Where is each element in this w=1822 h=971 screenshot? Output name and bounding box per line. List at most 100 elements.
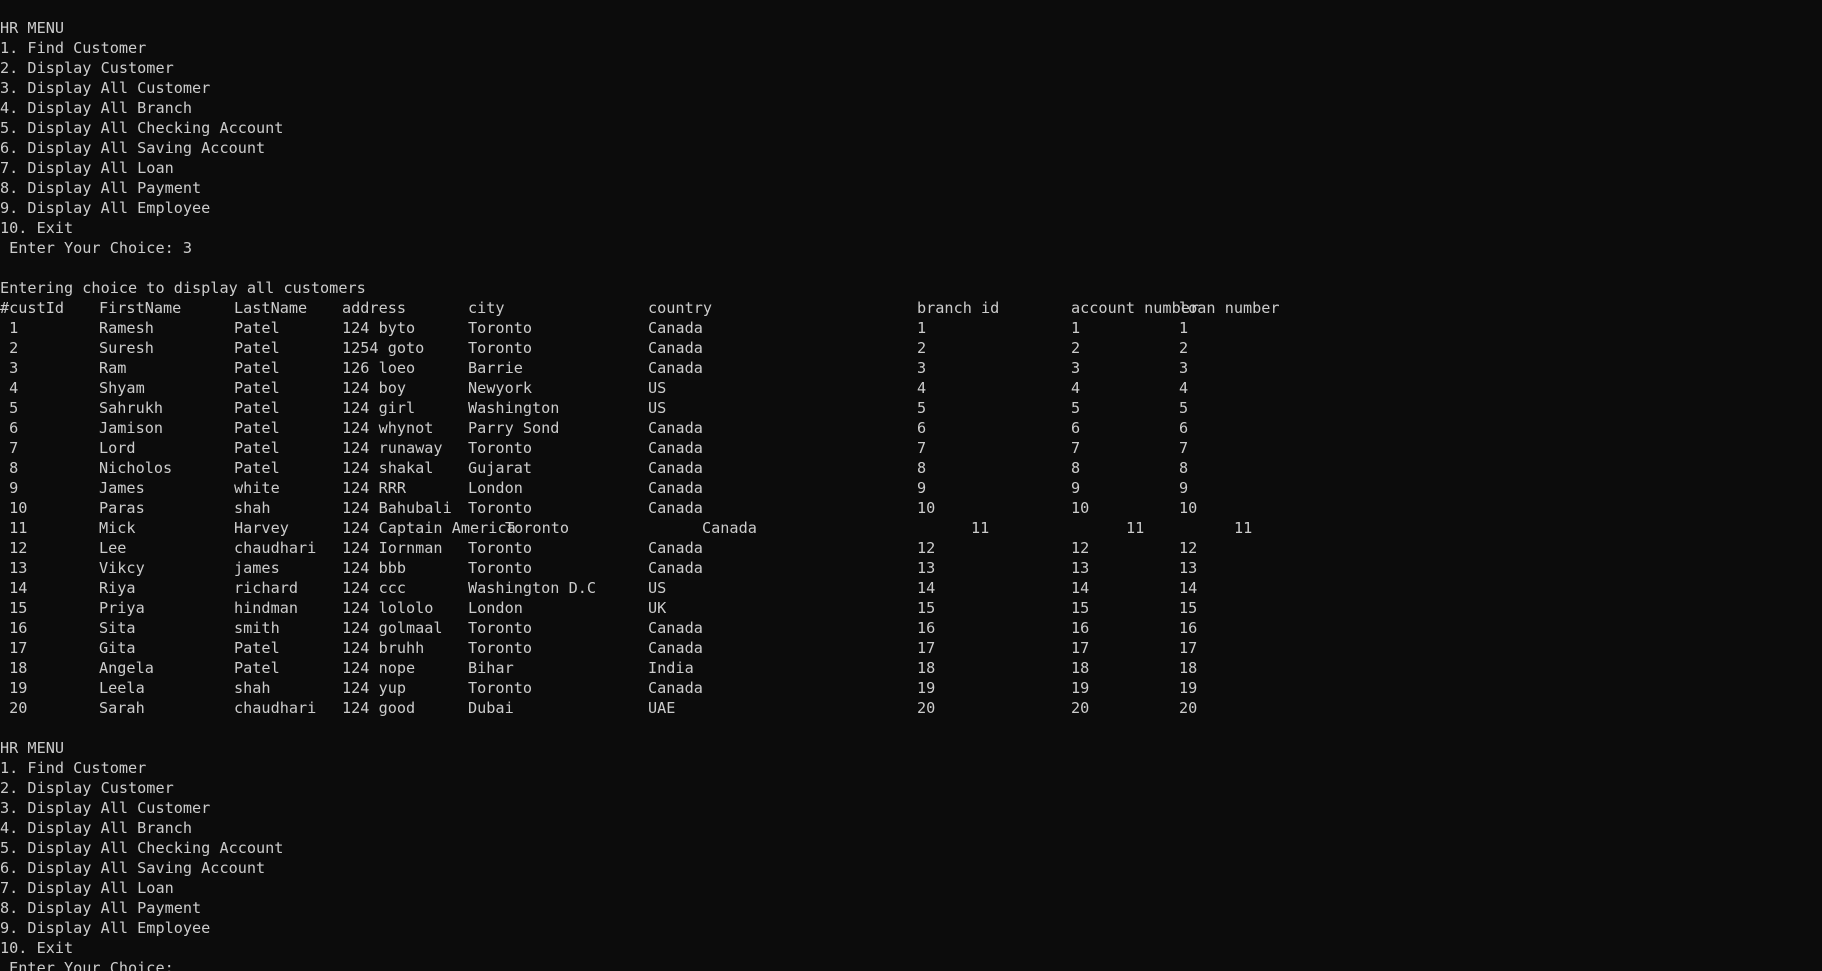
- cell-city: Toronto: [468, 539, 533, 557]
- cell-address: 124 Iornman: [342, 539, 443, 557]
- cell-last-name: richard: [234, 579, 299, 597]
- cell-loan-number: 3: [1179, 359, 1189, 377]
- cell-first-name: Sahrukh: [99, 399, 164, 417]
- cell-loan-number: 18: [1179, 659, 1198, 677]
- cell-city: Toronto: [468, 499, 533, 517]
- cell-city: Toronto: [468, 639, 533, 657]
- cell-cust-id: 17: [0, 639, 28, 657]
- cell-loan-number: 14: [1179, 579, 1198, 597]
- menu-item: 5. Display All Checking Account: [0, 839, 284, 857]
- table-row: 9 James white 124 RRR London Canada 9 9 9: [0, 478, 1822, 498]
- cell-address: 126 loeo: [342, 359, 416, 377]
- cell-last-name: Patel: [234, 339, 280, 357]
- cell-address: 124 boy: [342, 379, 407, 397]
- cell-last-name: Patel: [234, 359, 280, 377]
- cell-cust-id: 6: [0, 419, 19, 437]
- cell-loan-number: 5: [1179, 399, 1189, 417]
- cell-last-name: hindman: [234, 599, 299, 617]
- cell-country: Canada: [648, 419, 703, 437]
- cell-city: Barrie: [468, 359, 523, 377]
- table-row: 16 Sita smith 124 golmaal Toronto Canada 16 16 1…: [0, 618, 1822, 638]
- cell-city: Toronto: [468, 439, 533, 457]
- cell-last-name: Patel: [234, 419, 280, 437]
- choice-input-line[interactable]: Enter Your Choice:: [0, 958, 1822, 971]
- cell-account-number: 1: [1071, 319, 1081, 337]
- console-window[interactable]: HR MENU 1. Find Customer 2. Display Cust…: [0, 0, 1822, 971]
- cell-last-name: chaudhari: [234, 699, 317, 717]
- cell-branch-id: 7: [917, 439, 927, 457]
- cell-account-number: 7: [1071, 439, 1081, 457]
- cell-first-name: Suresh: [99, 339, 154, 357]
- menu-title: HR MENU: [0, 739, 65, 757]
- table-row: 5 Sahrukh Patel 124 girl Washington US 5 5 5: [0, 398, 1822, 418]
- table-row: 20 Sarah chaudhari 124 good Dubai UAE 20 20 20: [0, 698, 1822, 718]
- cell-country: UAE: [648, 699, 676, 717]
- menu-item: 10. Exit: [0, 219, 74, 237]
- cell-first-name: Sita: [99, 619, 136, 637]
- table-row: 10 Paras shah 124 Bahubali Toronto Canada 10 10…: [0, 498, 1822, 518]
- cell-country: Canada: [648, 639, 703, 657]
- cell-account-number: 15: [1071, 599, 1090, 617]
- cell-account-number: 20: [1071, 699, 1090, 717]
- cell-cust-id: 5: [0, 399, 19, 417]
- cell-cust-id: 1: [0, 319, 19, 337]
- cell-branch-id: 18: [917, 659, 936, 677]
- cell-account-number: 2: [1071, 339, 1081, 357]
- cell-loan-number: 2: [1179, 339, 1189, 357]
- cell-country: Canada: [648, 539, 703, 557]
- cell-city: Gujarat: [468, 459, 533, 477]
- menu-item: 6. Display All Saving Account: [0, 139, 266, 157]
- header-last-name: LastName: [234, 299, 308, 317]
- cell-address: 124 good: [342, 699, 416, 717]
- cell-address: 124 Bahubali: [342, 499, 452, 517]
- cell-branch-id: 9: [917, 479, 927, 497]
- cell-country: Canada: [648, 319, 703, 337]
- cell-branch-id: 6: [917, 419, 927, 437]
- cell-country: Canada: [702, 519, 757, 537]
- cell-branch-id: 1: [917, 319, 927, 337]
- cell-loan-number: 8: [1179, 459, 1189, 477]
- table-row: 7 Lord Patel 124 runaway Toronto Canada 7 7 7: [0, 438, 1822, 458]
- cell-cust-id: 9: [0, 479, 19, 497]
- cell-branch-id: 11: [971, 519, 990, 537]
- table-row: 15 Priya hindman 124 lololo London UK 15 15 15: [0, 598, 1822, 618]
- cell-first-name: Ramesh: [99, 319, 154, 337]
- cell-branch-id: 10: [917, 499, 936, 517]
- menu-item: 1. Find Customer: [0, 759, 147, 777]
- cell-last-name: Patel: [234, 659, 280, 677]
- cell-country: UK: [648, 599, 667, 617]
- table-row: 12 Lee chaudhari 124 Iornman Toronto Canada 12…: [0, 538, 1822, 558]
- menu-item: 2. Display Customer: [0, 779, 174, 797]
- table-row: 3 Ram Patel 126 loeo Barrie Canada 3 3 3: [0, 358, 1822, 378]
- table-row: 6 Jamison Patel 124 whynot Parry Sond Canada 6…: [0, 418, 1822, 438]
- cell-loan-number: 12: [1179, 539, 1198, 557]
- cell-branch-id: 13: [917, 559, 936, 577]
- cell-country: Canada: [648, 459, 703, 477]
- cell-country: Canada: [648, 619, 703, 637]
- cell-loan-number: 10: [1179, 499, 1198, 517]
- cell-country: Canada: [648, 479, 703, 497]
- cell-loan-number: 20: [1179, 699, 1198, 717]
- cell-city: Washington: [468, 399, 560, 417]
- menu-item: 9. Display All Employee: [0, 919, 211, 937]
- cell-country: Canada: [648, 679, 703, 697]
- cell-first-name: Sarah: [99, 699, 145, 717]
- cell-city: London: [468, 599, 523, 617]
- cell-cust-id: 7: [0, 439, 19, 457]
- cell-country: Canada: [648, 439, 703, 457]
- menu-item: 8. Display All Payment: [0, 899, 202, 917]
- cell-address: 124 ccc: [342, 579, 407, 597]
- header-city: city: [468, 299, 505, 317]
- cell-last-name: Patel: [234, 639, 280, 657]
- cell-loan-number: 19: [1179, 679, 1198, 697]
- table-row: 14 Riya richard 124 ccc Washington D.C US 14 14…: [0, 578, 1822, 598]
- cell-address: 124 bruhh: [342, 639, 425, 657]
- header-loan-number: loan number: [1179, 299, 1280, 317]
- cell-cust-id: 14: [0, 579, 28, 597]
- table-row: 13 Vikcy james 124 bbb Toronto Canada 13 13 13: [0, 558, 1822, 578]
- cell-cust-id: 18: [0, 659, 28, 677]
- table-row: 8 Nicholos Patel 124 shakal Gujarat Canada 8 8 8: [0, 458, 1822, 478]
- cell-branch-id: 4: [917, 379, 927, 397]
